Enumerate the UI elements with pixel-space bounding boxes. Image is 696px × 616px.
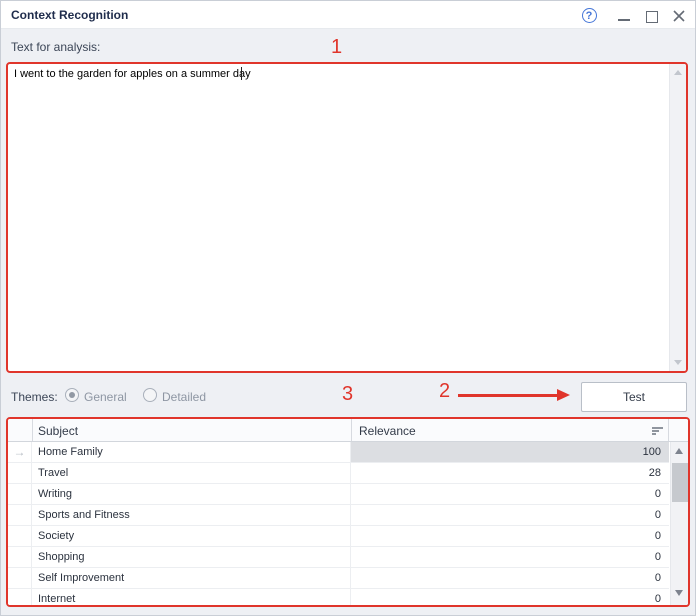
column-divider — [351, 419, 352, 441]
table-row[interactable]: Shopping0 — [8, 547, 669, 568]
row-indicator-cell — [8, 463, 32, 483]
relevance-cell[interactable]: 0 — [351, 526, 669, 546]
row-indicator-cell — [8, 568, 32, 588]
textarea-scrollbar[interactable] — [669, 64, 686, 371]
radio-general-label[interactable]: General — [84, 390, 127, 404]
relevance-cell[interactable]: 0 — [351, 547, 669, 567]
help-button[interactable]: ? — [580, 6, 598, 24]
relevance-cell[interactable]: 0 — [351, 568, 669, 588]
radio-general[interactable] — [65, 388, 79, 402]
annotation-arrow-head-icon — [557, 389, 570, 401]
filter-icon[interactable] — [652, 427, 663, 435]
minimize-icon — [618, 19, 630, 21]
context-recognition-window: Context Recognition ? Text for analysis:… — [0, 0, 696, 616]
window-title: Context Recognition — [11, 8, 128, 22]
relevance-cell[interactable]: 0 — [351, 505, 669, 525]
annotation-arrow-shaft — [458, 394, 561, 397]
close-button[interactable] — [670, 6, 688, 24]
minimize-button[interactable] — [615, 6, 633, 24]
relevance-cell[interactable]: 100 — [351, 442, 669, 462]
table-rows: →Home Family100Travel28Writing0Sports an… — [8, 442, 669, 607]
annotation-number-2: 2 — [439, 381, 450, 401]
test-button[interactable]: Test — [581, 382, 687, 412]
table-header: Subject Relevance — [8, 419, 688, 442]
subject-cell[interactable]: Sports and Fitness — [32, 505, 351, 525]
row-indicator-cell — [8, 589, 32, 607]
row-focus-arrow-icon: → — [8, 442, 32, 462]
subject-cell[interactable]: Internet — [32, 589, 351, 607]
table-row[interactable]: Self Improvement0 — [8, 568, 669, 589]
annotation-number-1: 1 — [331, 37, 342, 57]
table-row[interactable]: Writing0 — [8, 484, 669, 505]
table-row[interactable]: →Home Family100 — [8, 442, 669, 463]
subject-column-header[interactable]: Subject — [38, 424, 78, 438]
subject-cell[interactable]: Shopping — [32, 547, 351, 567]
subject-cell[interactable]: Writing — [32, 484, 351, 504]
radio-detailed[interactable] — [143, 388, 157, 402]
table-scrollbar[interactable] — [670, 442, 688, 605]
table-row[interactable]: Travel28 — [8, 463, 669, 484]
themes-label: Themes: — [11, 390, 58, 404]
table-row[interactable]: Society0 — [8, 526, 669, 547]
subject-cell[interactable]: Society — [32, 526, 351, 546]
results-table: Subject Relevance →Home Family100Travel2… — [6, 417, 690, 607]
titlebar: Context Recognition ? — [1, 1, 695, 29]
text-for-analysis-label: Text for analysis: — [11, 40, 100, 54]
close-icon — [672, 9, 686, 23]
scroll-down-icon[interactable] — [675, 590, 683, 596]
relevance-cell[interactable]: 0 — [351, 484, 669, 504]
maximize-icon — [646, 11, 658, 23]
help-icon: ? — [582, 8, 597, 23]
scroll-up-icon[interactable] — [674, 70, 682, 75]
radio-selected-dot — [69, 392, 75, 398]
maximize-button[interactable] — [643, 6, 661, 24]
row-indicator-cell — [8, 526, 32, 546]
table-row[interactable]: Sports and Fitness0 — [8, 505, 669, 526]
row-indicator-cell — [8, 505, 32, 525]
row-indicator-cell — [8, 484, 32, 504]
relevance-cell[interactable]: 28 — [351, 463, 669, 483]
row-indicator-cell — [8, 547, 32, 567]
subject-cell[interactable]: Self Improvement — [32, 568, 351, 588]
column-divider — [32, 419, 33, 441]
relevance-column-header[interactable]: Relevance — [359, 424, 416, 438]
radio-detailed-label[interactable]: Detailed — [162, 390, 206, 404]
column-divider — [668, 419, 669, 441]
subject-cell[interactable]: Travel — [32, 463, 351, 483]
scroll-down-icon[interactable] — [674, 360, 682, 365]
subject-cell[interactable]: Home Family — [32, 442, 351, 462]
scrollbar-thumb[interactable] — [672, 463, 688, 502]
annotation-number-3: 3 — [342, 384, 353, 404]
text-caret — [241, 67, 242, 80]
analysis-textarea[interactable]: I went to the garden for apples on a sum… — [6, 62, 688, 373]
table-row[interactable]: Internet0 — [8, 589, 669, 607]
relevance-cell[interactable]: 0 — [351, 589, 669, 607]
analysis-text: I went to the garden for apples on a sum… — [14, 68, 251, 80]
scroll-up-icon[interactable] — [675, 448, 683, 454]
